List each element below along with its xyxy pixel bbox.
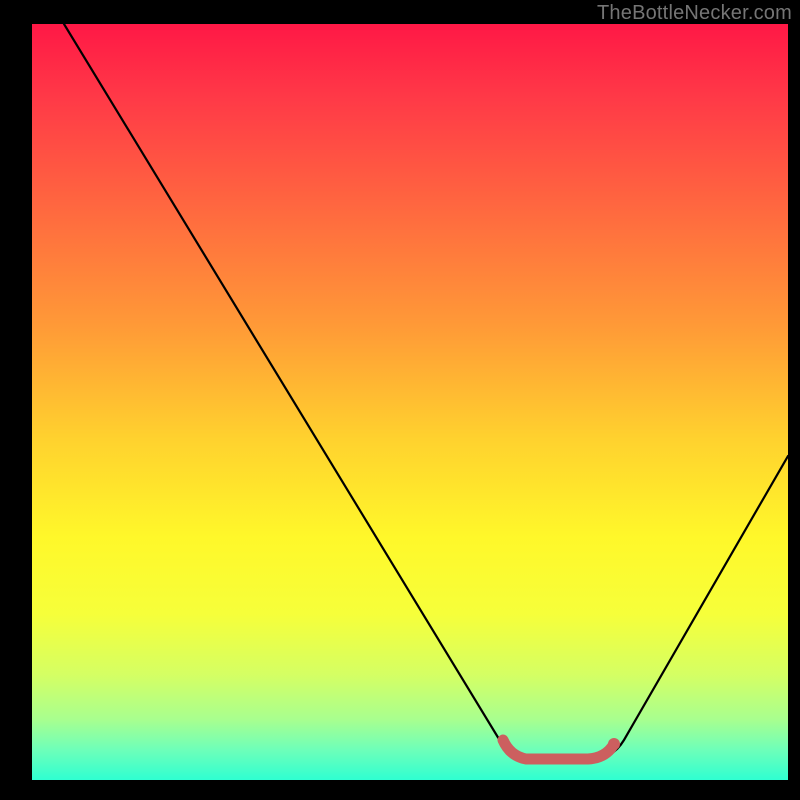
trough-dot (608, 738, 620, 750)
chart-svg (32, 24, 788, 780)
bottleneck-curve (64, 24, 788, 760)
trough-accent (503, 740, 614, 759)
chart-plot-area (32, 24, 788, 780)
watermark-text: TheBottleNecker.com (597, 2, 792, 25)
